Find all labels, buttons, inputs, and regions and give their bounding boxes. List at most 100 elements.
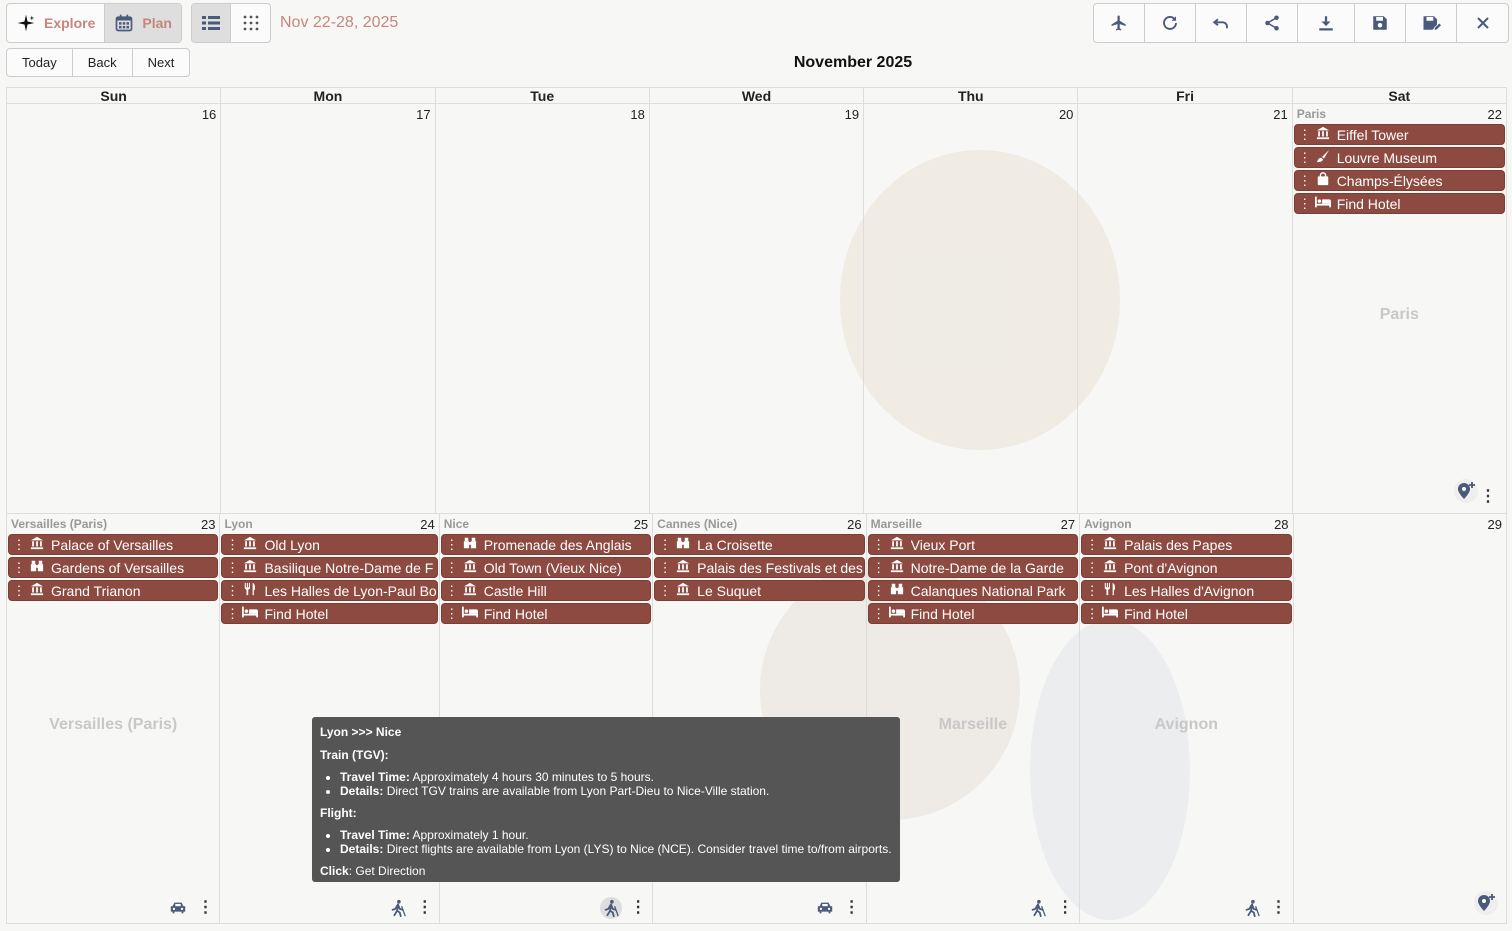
event-item[interactable]: ⋮ Old Lyon xyxy=(221,534,438,555)
day-menu-icon[interactable]: ⋮ xyxy=(1271,900,1287,916)
close-button[interactable] xyxy=(1457,4,1508,42)
event-item[interactable]: ⋮ La Croisette xyxy=(654,534,865,555)
event-item[interactable]: ⋮ Les Halles de Lyon-Paul Bo xyxy=(221,580,438,601)
list-view-button[interactable] xyxy=(192,4,231,42)
event-item[interactable]: ⋮ Palais des Papes xyxy=(1081,534,1292,555)
drag-handle-icon[interactable]: ⋮ xyxy=(655,538,675,551)
drag-handle-icon[interactable]: ⋮ xyxy=(9,561,29,574)
drag-handle-icon[interactable]: ⋮ xyxy=(869,538,889,551)
drag-handle-icon[interactable]: ⋮ xyxy=(1295,128,1315,141)
day-cell[interactable]: Versailles (Paris) 23 ⋮ Palace of Versaille… xyxy=(6,514,221,923)
add-location-button[interactable] xyxy=(1453,479,1478,503)
drag-handle-icon[interactable]: ⋮ xyxy=(1295,174,1315,187)
event-item[interactable]: ⋮ Le Suquet xyxy=(654,580,865,601)
event-item[interactable]: ⋮ Promenade des Anglais xyxy=(440,534,652,555)
day-cell[interactable]: Paris 22 ⋮ Eiffel Tower ⋮ Louvre Museum ⋮ Champ… xyxy=(1293,104,1507,513)
event-item[interactable]: ⋮ Calanques National Park xyxy=(867,580,1079,601)
drag-handle-icon[interactable]: ⋮ xyxy=(1082,561,1102,574)
share-button[interactable] xyxy=(1247,4,1298,42)
day-cell[interactable]: Avignon 28 ⋮ Palais des Papes ⋮ Pont d'Avigno… xyxy=(1080,514,1294,923)
drag-handle-icon[interactable]: ⋮ xyxy=(442,607,462,620)
day-menu-icon[interactable]: ⋮ xyxy=(630,900,646,916)
event-item[interactable]: ⋮ Grand Trianon xyxy=(8,580,219,601)
drag-handle-icon[interactable]: ⋮ xyxy=(869,561,889,574)
event-item[interactable]: ⋮ Eiffel Tower xyxy=(1293,124,1505,145)
event-item[interactable]: ⋮ Find Hotel xyxy=(867,603,1079,624)
grid-view-button[interactable] xyxy=(231,4,270,42)
event-item[interactable]: ⋮ Gardens of Versailles xyxy=(8,557,219,578)
save-button[interactable] xyxy=(1355,4,1406,42)
event-item[interactable]: ⋮ Louvre Museum xyxy=(1293,147,1505,168)
transit-button[interactable] xyxy=(600,897,623,919)
event-item[interactable]: ⋮ Notre-Dame de la Garde xyxy=(867,557,1079,578)
day-number[interactable]: 28 xyxy=(1274,517,1288,532)
drive-button[interactable] xyxy=(167,897,189,919)
day-number[interactable]: 29 xyxy=(1488,517,1502,532)
day-cell[interactable]: 17 xyxy=(221,104,436,513)
drag-handle-icon[interactable]: ⋮ xyxy=(1295,197,1315,210)
drag-handle-icon[interactable]: ⋮ xyxy=(1295,151,1315,164)
event-item[interactable]: ⋮ Champs-Élysées xyxy=(1293,170,1505,191)
day-number[interactable]: 24 xyxy=(420,517,434,532)
day-cell[interactable]: 21 xyxy=(1078,104,1293,513)
day-number[interactable]: 27 xyxy=(1061,517,1075,532)
drag-handle-icon[interactable]: ⋮ xyxy=(1082,584,1102,597)
drag-handle-icon[interactable]: ⋮ xyxy=(9,584,29,597)
add-location-button[interactable] xyxy=(1473,891,1498,915)
event-item[interactable]: ⋮ Find Hotel xyxy=(1081,603,1292,624)
drag-handle-icon[interactable]: ⋮ xyxy=(222,538,242,551)
drag-handle-icon[interactable]: ⋮ xyxy=(442,584,462,597)
drive-button[interactable] xyxy=(814,897,836,919)
day-number[interactable]: 17 xyxy=(416,107,430,122)
drag-handle-icon[interactable]: ⋮ xyxy=(442,538,462,551)
save-as-button[interactable] xyxy=(1406,4,1457,42)
drag-handle-icon[interactable]: ⋮ xyxy=(655,584,675,597)
event-item[interactable]: ⋮ Castle Hill xyxy=(440,580,652,601)
drag-handle-icon[interactable]: ⋮ xyxy=(1082,538,1102,551)
plan-button[interactable]: Plan xyxy=(105,4,181,42)
drag-handle-icon[interactable]: ⋮ xyxy=(9,538,29,551)
day-number[interactable]: 19 xyxy=(845,107,859,122)
drag-handle-icon[interactable]: ⋮ xyxy=(869,584,889,597)
day-number[interactable]: 22 xyxy=(1488,107,1502,122)
event-item[interactable]: ⋮ Find Hotel xyxy=(1293,193,1505,214)
transit-button[interactable] xyxy=(1027,897,1049,919)
day-menu-icon[interactable]: ⋮ xyxy=(197,900,213,916)
drag-handle-icon[interactable]: ⋮ xyxy=(1082,607,1102,620)
day-number[interactable]: 23 xyxy=(201,517,215,532)
event-item[interactable]: ⋮ Old Town (Vieux Nice) xyxy=(440,557,652,578)
refresh-button[interactable] xyxy=(1145,4,1196,42)
event-item[interactable]: ⋮ Les Halles d'Avignon xyxy=(1081,580,1292,601)
day-number[interactable]: 21 xyxy=(1273,107,1287,122)
event-item[interactable]: ⋮ Palace of Versailles xyxy=(8,534,219,555)
event-item[interactable]: ⋮ Vieux Port xyxy=(867,534,1079,555)
flight-button[interactable] xyxy=(1094,4,1145,42)
day-menu-icon[interactable]: ⋮ xyxy=(417,900,433,916)
day-menu-icon[interactable]: ⋮ xyxy=(1480,489,1496,505)
day-menu-icon[interactable]: ⋮ xyxy=(1057,900,1073,916)
undo-button[interactable] xyxy=(1196,4,1247,42)
day-cell[interactable]: 20 xyxy=(864,104,1079,513)
event-item[interactable]: ⋮ Basilique Notre-Dame de F xyxy=(221,557,438,578)
drag-handle-icon[interactable]: ⋮ xyxy=(869,607,889,620)
event-item[interactable]: ⋮ Palais des Festivals et des xyxy=(654,557,865,578)
day-cell[interactable]: 19 xyxy=(650,104,865,513)
day-number[interactable]: 20 xyxy=(1059,107,1073,122)
explore-button[interactable]: Explore xyxy=(7,4,106,42)
drag-handle-icon[interactable]: ⋮ xyxy=(655,561,675,574)
event-item[interactable]: ⋮ Find Hotel xyxy=(221,603,438,624)
day-menu-icon[interactable]: ⋮ xyxy=(844,900,860,916)
transit-button[interactable] xyxy=(387,897,409,919)
day-cell[interactable]: 16 xyxy=(6,104,222,513)
day-number[interactable]: 16 xyxy=(202,107,216,122)
drag-handle-icon[interactable]: ⋮ xyxy=(222,584,242,597)
drag-handle-icon[interactable]: ⋮ xyxy=(222,561,242,574)
day-number[interactable]: 26 xyxy=(847,517,861,532)
day-cell[interactable]: 18 xyxy=(436,104,650,513)
transit-button[interactable] xyxy=(1241,897,1263,919)
event-item[interactable]: ⋮ Pont d'Avignon xyxy=(1081,557,1292,578)
download-button[interactable] xyxy=(1298,4,1355,42)
drag-handle-icon[interactable]: ⋮ xyxy=(442,561,462,574)
drag-handle-icon[interactable]: ⋮ xyxy=(222,607,242,620)
event-item[interactable]: ⋮ Find Hotel xyxy=(440,603,652,624)
